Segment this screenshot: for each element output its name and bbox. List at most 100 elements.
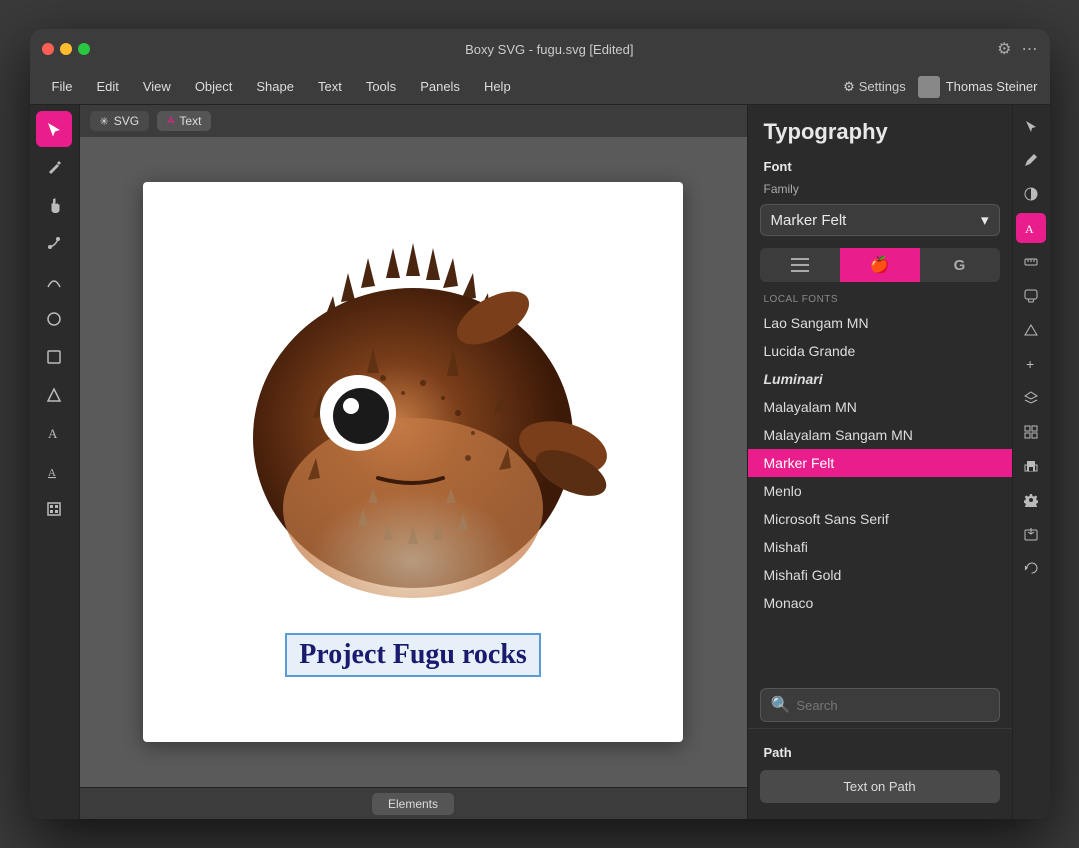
window-title: Boxy SVG - fugu.svg [Edited] <box>102 42 998 57</box>
ruler-icon[interactable] <box>1016 247 1046 277</box>
maximize-button[interactable] <box>78 43 90 55</box>
export-icon[interactable] <box>1016 519 1046 549</box>
local-fonts-label: LOCAL FONTS <box>748 290 1012 309</box>
tab-svg[interactable]: ✳ SVG <box>90 111 150 131</box>
search-input[interactable] <box>796 698 988 713</box>
font-item[interactable]: Lao Sangam MN <box>748 309 1012 337</box>
plus-icon[interactable]: + <box>1016 349 1046 379</box>
svg-text:A: A <box>1025 222 1034 235</box>
triangle-tool[interactable] <box>36 377 72 413</box>
text-tab-icon: A <box>167 115 174 127</box>
building-icon[interactable] <box>1016 451 1046 481</box>
text-small-tool[interactable]: A <box>36 453 72 489</box>
node-tool[interactable] <box>36 225 72 261</box>
dropdown-chevron-icon: ▾ <box>981 211 989 229</box>
font-list-section: LOCAL FONTS Lao Sangam MN Lucida Grande … <box>748 290 1012 728</box>
titlebar-icons: ⚙ ⋯ <box>997 39 1037 59</box>
right-panel: Typography Font Family Marker Felt ▾ 🍎 G… <box>747 105 1012 819</box>
menu-view[interactable]: View <box>133 75 181 98</box>
contrast-icon[interactable] <box>1016 179 1046 209</box>
menu-tools[interactable]: Tools <box>356 75 406 98</box>
settings-button[interactable]: ⚙ Settings <box>843 79 906 95</box>
menu-text[interactable]: Text <box>308 75 352 98</box>
font-search[interactable]: 🔍 <box>760 688 1000 722</box>
grid-icon[interactable] <box>1016 417 1046 447</box>
svg-tab-icon: ✳ <box>100 115 109 128</box>
family-label: Family <box>748 178 1012 200</box>
source-tab-list[interactable] <box>760 248 840 282</box>
cursor-tool[interactable] <box>36 111 72 147</box>
canvas-area: ✳ SVG A Text <box>80 105 747 819</box>
font-item[interactable]: Menlo <box>748 477 1012 505</box>
bottom-bar: Elements <box>80 787 747 819</box>
svg-text:A: A <box>48 467 56 479</box>
text-tool[interactable]: A <box>36 415 72 451</box>
tab-text[interactable]: A Text <box>157 111 211 131</box>
ellipse-tool[interactable] <box>36 301 72 337</box>
titlebar: Boxy SVG - fugu.svg [Edited] ⚙ ⋯ <box>30 29 1050 69</box>
menubar: File Edit View Object Shape Text Tools P… <box>30 69 1050 105</box>
typography-icon[interactable]: A <box>1016 213 1046 243</box>
font-family-dropdown[interactable]: Marker Felt ▾ <box>760 204 1000 236</box>
app-window: Boxy SVG - fugu.svg [Edited] ⚙ ⋯ File Ed… <box>30 29 1050 819</box>
traffic-lights <box>42 43 90 55</box>
gear-icon[interactable] <box>1016 485 1046 515</box>
text-selection[interactable]: Project Fugu rocks <box>285 623 541 677</box>
close-button[interactable] <box>42 43 54 55</box>
font-item[interactable]: Monaco <box>748 589 1012 617</box>
font-source-tabs: 🍎 G <box>760 248 1000 282</box>
font-item[interactable]: Malayalam MN <box>748 393 1012 421</box>
right-icon-rail: A + <box>1012 105 1050 819</box>
hand-tool[interactable] <box>36 187 72 223</box>
panel-title: Typography <box>748 105 1012 153</box>
svg-text:A: A <box>48 426 58 441</box>
font-item[interactable]: Luminari <box>748 365 1012 393</box>
font-item-marker-felt[interactable]: Marker Felt <box>748 449 1012 477</box>
bezier-tool[interactable] <box>36 263 72 299</box>
font-item[interactable]: Microsoft Sans Serif <box>748 505 1012 533</box>
menu-help[interactable]: Help <box>474 75 521 98</box>
font-item[interactable]: Mishafi <box>748 533 1012 561</box>
pointer-icon[interactable] <box>1016 111 1046 141</box>
speech-icon[interactable] <box>1016 281 1046 311</box>
svg-text:+: + <box>1026 357 1034 371</box>
menu-shape[interactable]: Shape <box>246 75 304 98</box>
canvas-text-element[interactable]: Project Fugu rocks <box>285 633 541 677</box>
puzzle-icon[interactable]: ⚙ <box>997 39 1011 59</box>
fish-illustration <box>203 218 623 643</box>
frame-tool[interactable] <box>36 491 72 527</box>
rectangle-tool[interactable] <box>36 339 72 375</box>
selected-font-name: Marker Felt <box>771 212 847 229</box>
path-section: Path Text on Path <box>748 728 1012 819</box>
source-tab-google[interactable]: G <box>920 248 1000 282</box>
font-section-label: Font <box>748 153 1012 178</box>
path-label: Path <box>748 739 1012 764</box>
menu-file[interactable]: File <box>42 75 83 98</box>
user-button[interactable]: Thomas Steiner <box>918 76 1038 98</box>
source-tab-apple[interactable]: 🍎 <box>840 248 920 282</box>
user-avatar <box>918 76 940 98</box>
font-item[interactable]: Malayalam Sangam MN <box>748 421 1012 449</box>
canvas-tabs: ✳ SVG A Text <box>80 105 747 137</box>
font-item[interactable]: Lucida Grande <box>748 337 1012 365</box>
text-on-path-button[interactable]: Text on Path <box>760 770 1000 803</box>
more-icon[interactable]: ⋯ <box>1022 39 1038 59</box>
triangle-icon[interactable] <box>1016 315 1046 345</box>
menu-object[interactable]: Object <box>185 75 243 98</box>
settings-icon: ⚙ <box>843 79 855 95</box>
elements-button[interactable]: Elements <box>372 793 454 815</box>
pen-tool[interactable] <box>36 149 72 185</box>
menu-panels[interactable]: Panels <box>410 75 470 98</box>
canvas-bg: Project Fugu rocks <box>143 182 683 742</box>
main-content: A A ✳ SVG A Text <box>30 105 1050 819</box>
pencil-icon[interactable] <box>1016 145 1046 175</box>
font-list[interactable]: Lao Sangam MN Lucida Grande Luminari Mal… <box>748 309 1012 682</box>
menu-edit[interactable]: Edit <box>86 75 128 98</box>
search-icon: 🔍 <box>771 695 791 715</box>
layers-icon[interactable] <box>1016 383 1046 413</box>
font-item[interactable]: Mishafi Gold <box>748 561 1012 589</box>
left-toolbar: A A <box>30 105 80 819</box>
undo-icon[interactable] <box>1016 553 1046 583</box>
minimize-button[interactable] <box>60 43 72 55</box>
canvas-wrapper[interactable]: Project Fugu rocks <box>80 137 747 787</box>
